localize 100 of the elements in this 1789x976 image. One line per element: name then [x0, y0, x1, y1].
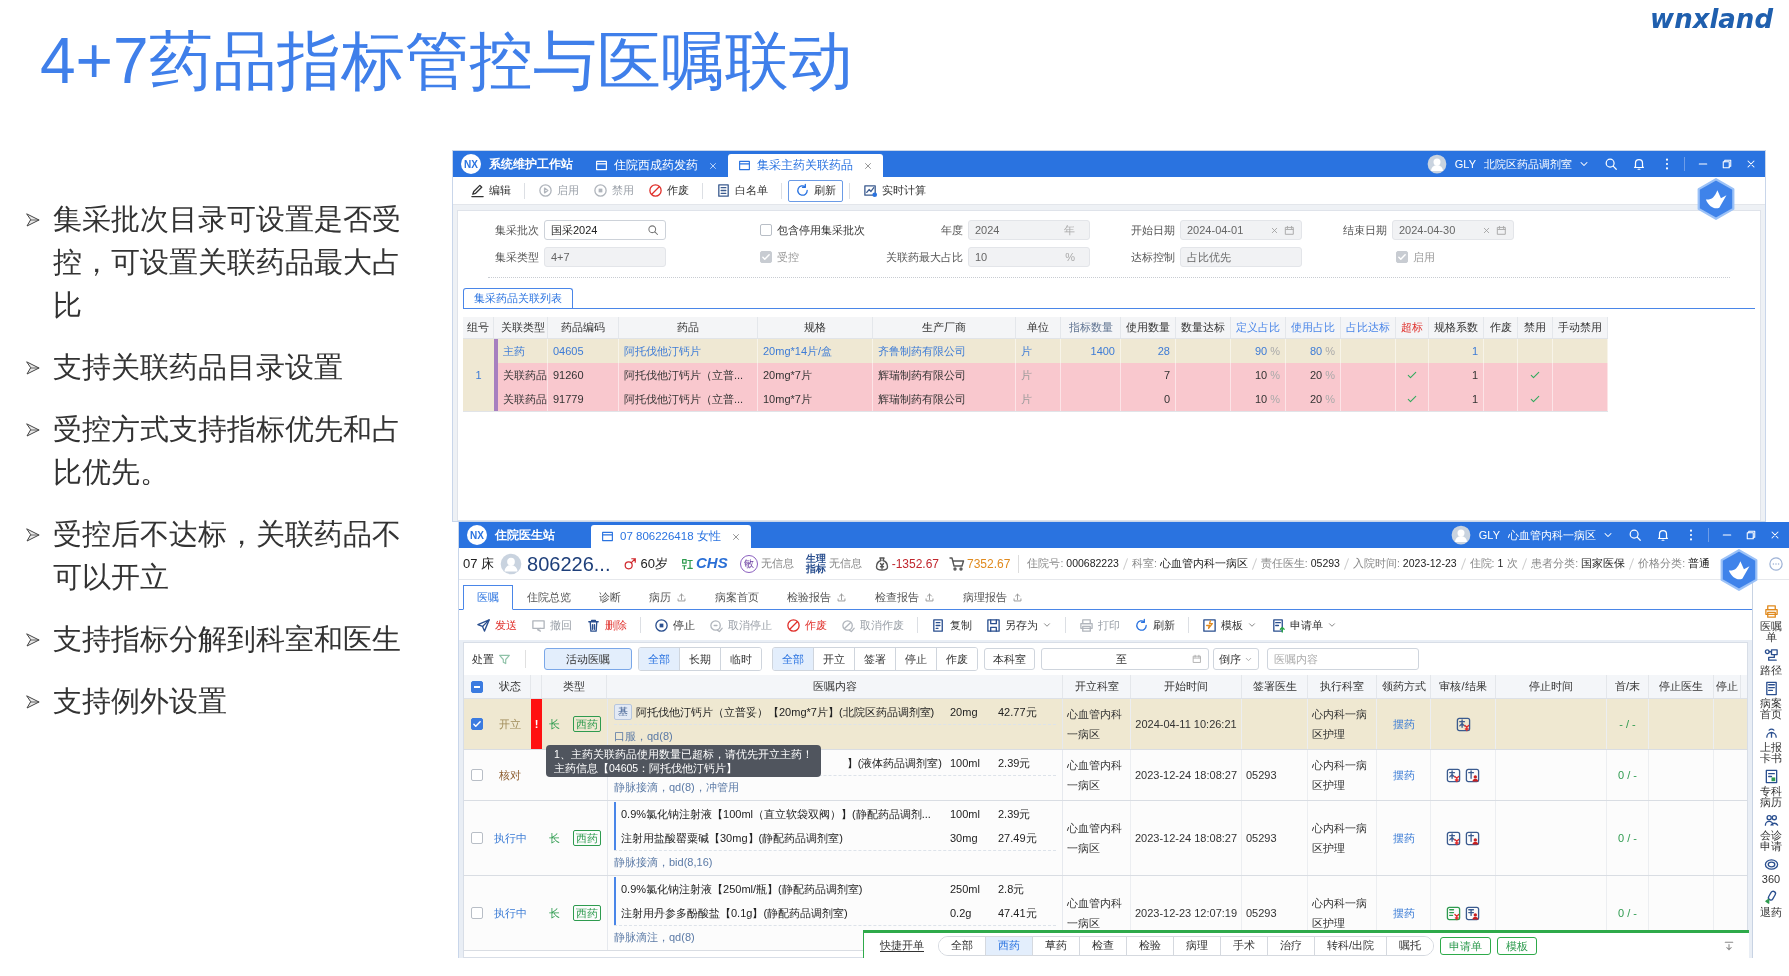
search-icon[interactable]: [1604, 157, 1618, 171]
pencil-icon: [470, 183, 485, 198]
chart-icon: [863, 183, 878, 198]
table-row[interactable]: 执行中 长 西药 0.9%氯化钠注射液【100ml（直立软袋双阀）】(静配药品调剂... 100ml 2.39元 注射用盐酸罂粟碱【30mg】(静配药品调剂室) 30mg 27.49元 静脉接滴，bid(8,16) 心血管内科一病区 2023-12-24 18:08:27 05293 心内科一病区护理 摆药 0 / -: [464, 801, 1748, 876]
date-range-field[interactable]: 至: [1041, 648, 1209, 670]
collapse-icon[interactable]: [1723, 939, 1735, 952]
sidebar-button[interactable]: 病案首页: [1756, 681, 1786, 720]
window-tab[interactable]: 集采主药关联药品: [728, 154, 883, 177]
column-header: 单位: [1016, 317, 1061, 338]
close-icon[interactable]: [863, 160, 873, 171]
record-tab[interactable]: 病案首页: [701, 585, 773, 610]
toolbar-button[interactable]: 另存为: [979, 614, 1059, 636]
search-icon[interactable]: [1628, 528, 1642, 542]
sidebar-button[interactable]: 上报卡书: [1756, 725, 1786, 764]
table-row[interactable]: 主药 04605 阿托伐他汀钙片 20mg*14片/盒 齐鲁制药有限公司 片 1400 28 90 % 80 % 1: [498, 339, 1608, 363]
checkbox[interactable]: [470, 718, 483, 730]
quick-order-tab[interactable]: 快捷开单: [880, 937, 924, 954]
department-button[interactable]: 本科室: [984, 648, 1035, 670]
segment-button[interactable]: 临时: [720, 648, 761, 670]
segment-button[interactable]: 全部: [773, 648, 813, 670]
quick-button[interactable]: 模板: [1497, 936, 1538, 955]
column-header: 审核/结果: [1431, 675, 1496, 698]
sidebar-button[interactable]: 路径: [1756, 648, 1786, 676]
checkbox[interactable]: [470, 907, 483, 919]
quick-button[interactable]: 申请单: [1440, 936, 1492, 955]
dispense-link[interactable]: 摆药: [1392, 766, 1415, 784]
input-field[interactable]: 国采2024: [544, 220, 666, 240]
money-bag-icon: [873, 555, 890, 572]
record-tab[interactable]: 医嘱: [463, 585, 513, 610]
more-icon[interactable]: [1769, 556, 1783, 571]
checkbox[interactable]: [470, 832, 483, 844]
checkbox[interactable]: [470, 680, 483, 693]
yen-stamp-icon[interactable]: [1446, 830, 1461, 846]
checkbox[interactable]: [470, 769, 483, 781]
toolbar-button[interactable]: 刷新: [788, 179, 843, 202]
sidebar-button[interactable]: 专科病历: [1756, 769, 1786, 808]
person-stamp-icon[interactable]: [1465, 905, 1480, 921]
category-tag: 西药: [572, 830, 601, 846]
toolbar-button[interactable]: 刷新: [1127, 614, 1182, 636]
record-tab[interactable]: 病理报告: [949, 585, 1037, 610]
drug-name: 阿托伐他汀钙片（立普妥）【20mg*7片】(北院区药品调剂室): [636, 704, 936, 720]
dose-text: 30mg: [949, 830, 979, 846]
close-icon[interactable]: [730, 531, 741, 542]
sidebar-button[interactable]: 退药: [1756, 890, 1786, 918]
close-icon[interactable]: [708, 160, 718, 171]
sidebar-button[interactable]: 360: [1756, 857, 1786, 885]
record-tab[interactable]: 诊断: [585, 585, 635, 610]
sidebar-button[interactable]: 会诊申请: [1756, 813, 1786, 852]
sidebar-button[interactable]: 医嘱单: [1756, 604, 1786, 643]
person-stamp-icon[interactable]: [1465, 767, 1480, 783]
window-tab[interactable]: 07 806226418 女性: [591, 525, 751, 548]
dispense-link[interactable]: 摆药: [1392, 904, 1415, 922]
person-stamp-icon[interactable]: [1465, 830, 1480, 846]
segment-button[interactable]: 全部: [639, 648, 679, 670]
toolbar-button[interactable]: 删除: [579, 614, 634, 636]
table-row[interactable]: 开立 ! 长 西药 基 阿托伐他汀钙片（立普妥）【20mg*7片】(北院区药品调剂室) 20mg 42.77元 口服，qd(8) 心血管内科一病区 2024-04-11 10:26:21 心内科一病区护理 摆药 - / -: [464, 699, 1748, 750]
table-row[interactable]: 关联药品 91260 阿托伐他汀钙片（立普... 20mg*7片 辉瑞制药有限公司 片 7 10 % 20 % 1: [498, 363, 1608, 387]
toolbar-button[interactable]: 实时计算: [856, 179, 933, 202]
table-row[interactable]: 关联药品 91779 阿托伐他汀钙片（立普... 10mg*7片 辉瑞制药有限公司 片 0 10 % 20 % 1: [498, 387, 1608, 411]
bell-icon[interactable]: [1632, 157, 1646, 171]
toolbar-button[interactable]: 模板: [1195, 614, 1264, 636]
close-icon[interactable]: [1769, 529, 1781, 541]
toolbar-button[interactable]: 作废: [641, 179, 696, 202]
window-tab[interactable]: 住院西成药发药: [585, 154, 728, 177]
table-cell-text: 05293: [1246, 767, 1277, 783]
scope-button[interactable]: 活动医嘱: [544, 648, 632, 670]
restore-icon[interactable]: [1721, 158, 1733, 170]
sort-select[interactable]: 倒序: [1213, 648, 1259, 670]
toolbar-button[interactable]: 白名单: [709, 179, 775, 202]
yen-stamp-icon[interactable]: [1446, 767, 1461, 783]
segment-button[interactable]: 嘱托: [1386, 936, 1434, 955]
restore-icon[interactable]: [1745, 529, 1757, 541]
toolbar-button[interactable]: 复制: [924, 614, 979, 636]
usage-text: 静脉接滴，qd(8)，冲管用: [614, 780, 739, 796]
yen-stamp-icon[interactable]: [1455, 716, 1471, 732]
toolbar-button[interactable]: 申请单: [1264, 614, 1344, 636]
panel-tab[interactable]: 集采药品关联列表: [463, 288, 573, 308]
table-cell-text: 2023-12-24 18:08:27: [1134, 830, 1238, 846]
toolbar-button[interactable]: 停止: [647, 614, 702, 636]
bell-icon[interactable]: [1656, 528, 1670, 542]
record-tab[interactable]: 病历: [635, 585, 701, 610]
app-logo: NX: [461, 154, 481, 174]
checkbox[interactable]: [760, 224, 772, 236]
toolbar-button[interactable]: 发送: [469, 614, 524, 636]
dispense-link[interactable]: 摆药: [1392, 715, 1415, 733]
dose-text: 0.2g: [949, 905, 973, 921]
dispense-link[interactable]: 摆药: [1392, 829, 1415, 847]
record-tab[interactable]: 检验报告: [773, 585, 861, 610]
segment-button[interactable]: 作废: [936, 648, 977, 670]
record-tab[interactable]: 检查报告: [861, 585, 949, 610]
filter-icon[interactable]: [498, 652, 511, 666]
search-field[interactable]: 医嘱内容: [1267, 648, 1419, 670]
usage-text: 静脉滴注，qd(8): [614, 930, 695, 946]
toolbar-button[interactable]: 作废: [779, 614, 834, 636]
segment-button[interactable]: 西药: [985, 936, 1032, 955]
toolbar-button[interactable]: 编辑: [463, 179, 518, 202]
close-icon[interactable]: [1745, 158, 1757, 170]
yen-stamp-icon[interactable]: [1446, 905, 1461, 921]
table-cell-text: 心内科一病区护理: [1312, 707, 1368, 742]
record-tab[interactable]: 住院总览: [513, 585, 585, 610]
